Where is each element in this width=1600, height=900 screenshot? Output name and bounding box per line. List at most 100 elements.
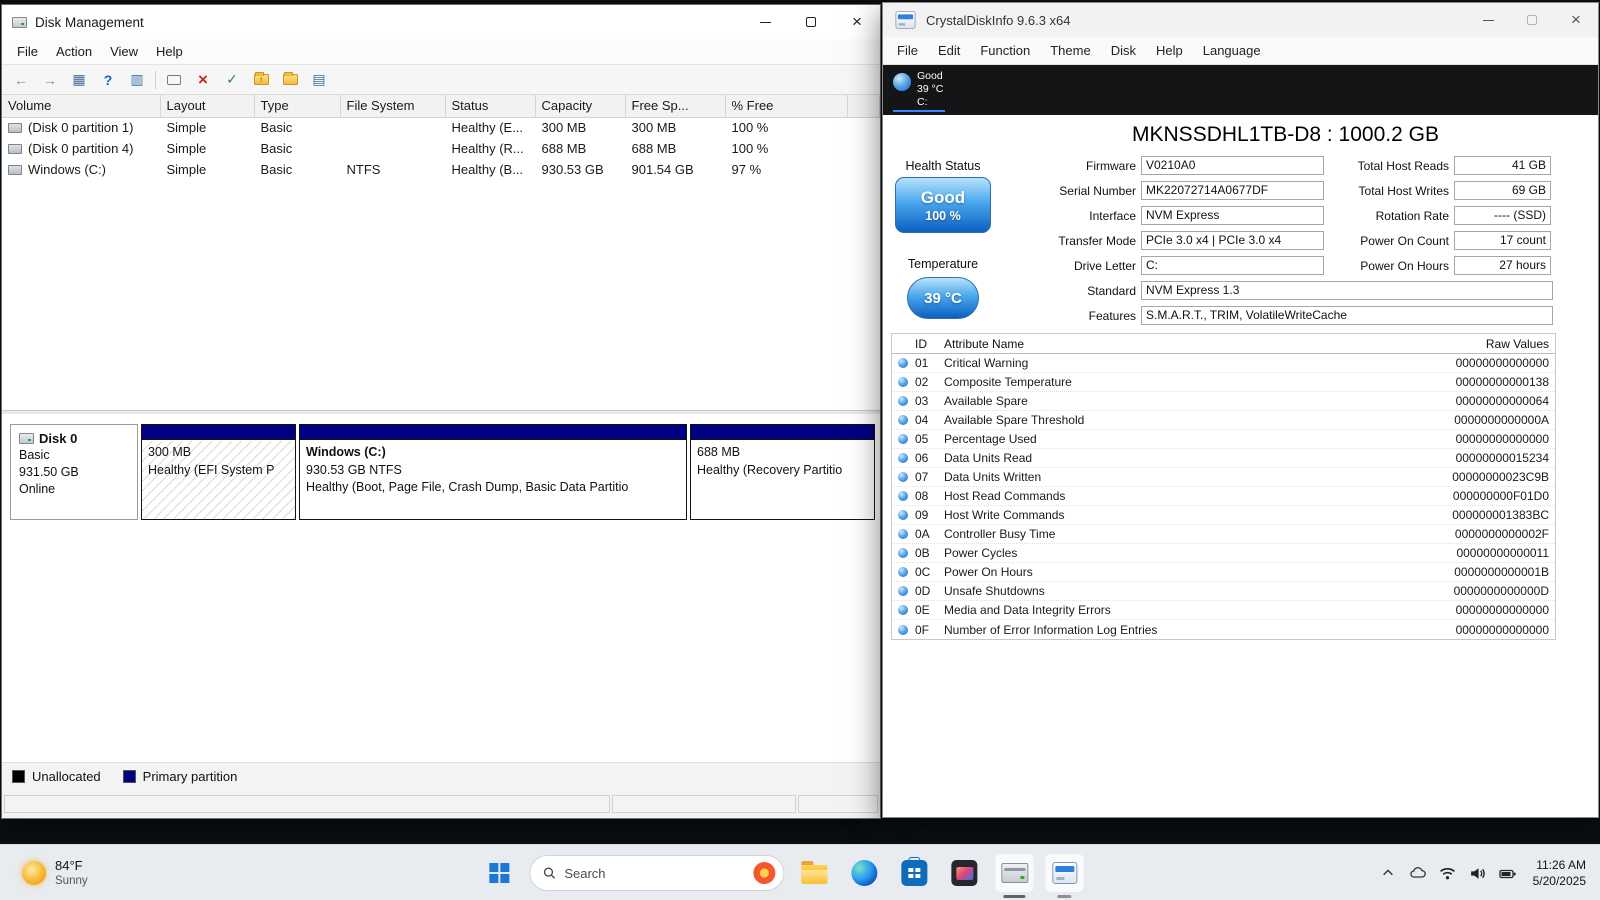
field-value[interactable]: 17 count bbox=[1454, 231, 1551, 250]
cdi-close-button[interactable]: × bbox=[1554, 3, 1598, 37]
features-value[interactable]: S.M.A.R.T., TRIM, VolatileWriteCache bbox=[1141, 306, 1553, 325]
volume-icon[interactable] bbox=[1469, 864, 1487, 882]
field-value[interactable]: ---- (SSD) bbox=[1454, 206, 1551, 225]
smart-dot-cell bbox=[892, 548, 914, 558]
taskbar-screenshot-app[interactable] bbox=[944, 853, 984, 893]
field-value[interactable]: C: bbox=[1141, 256, 1324, 275]
mark-partition-icon[interactable]: ✓ bbox=[221, 69, 243, 91]
field-value[interactable]: MK22072714A0677DF bbox=[1141, 181, 1324, 200]
back-icon[interactable]: ← bbox=[10, 69, 32, 91]
dm-menu-action[interactable]: Action bbox=[47, 41, 101, 62]
col-type[interactable]: Type bbox=[254, 95, 341, 118]
tray-chevron-up-icon[interactable] bbox=[1379, 864, 1397, 882]
start-button[interactable] bbox=[479, 853, 519, 893]
taskbar-edge[interactable] bbox=[844, 853, 884, 893]
drive-tab-c[interactable]: Good 39 °C C: bbox=[891, 68, 949, 112]
taskbar-file-explorer[interactable] bbox=[794, 853, 834, 893]
cdi-menu-file[interactable]: File bbox=[887, 39, 928, 62]
col-file-system[interactable]: File System bbox=[340, 95, 446, 118]
console-tree-icon[interactable]: ▦ bbox=[68, 69, 90, 91]
volume-cell: Healthy (R... bbox=[451, 141, 524, 156]
volume-row[interactable]: Windows (C:) Simple Basic NTFS Healthy (B...… bbox=[2, 159, 880, 180]
smart-dot-cell bbox=[892, 434, 914, 444]
dm-close-button[interactable]: × bbox=[834, 5, 880, 39]
cdi-menu-help[interactable]: Help bbox=[1146, 39, 1193, 62]
help-icon[interactable]: ? bbox=[97, 69, 119, 91]
col-status[interactable]: Status bbox=[445, 95, 536, 118]
col-layout[interactable]: Layout bbox=[160, 95, 255, 118]
info-row: Transfer Mode PCIe 3.0 x4 | PCIe 3.0 x4 Po… bbox=[1003, 228, 1558, 253]
dm-minimize-button[interactable] bbox=[742, 5, 788, 39]
taskbar-search[interactable] bbox=[529, 855, 785, 891]
col-pct-free[interactable]: % Free bbox=[725, 95, 848, 118]
cdi-minimize-button[interactable] bbox=[1466, 3, 1510, 37]
status-dot-icon bbox=[898, 529, 908, 539]
col-volume[interactable]: Volume bbox=[2, 95, 161, 118]
volume-row[interactable]: (Disk 0 partition 1) Simple Basic Healthy (… bbox=[2, 117, 880, 138]
smart-raw: 00000000000011 bbox=[1456, 546, 1549, 560]
dialog-icon[interactable] bbox=[163, 69, 185, 91]
properties-icon[interactable]: ▤ bbox=[308, 69, 330, 91]
action-pane-icon[interactable]: ▥ bbox=[126, 69, 148, 91]
taskbar-microsoft-store[interactable] bbox=[894, 853, 934, 893]
dm-menu-file[interactable]: File bbox=[8, 41, 47, 62]
cdi-window-title: CrystalDiskInfo 9.6.3 x64 bbox=[926, 12, 1071, 28]
partition-color-bar bbox=[691, 425, 874, 440]
dm-maximize-button[interactable] bbox=[788, 5, 834, 39]
field-label: Drive Letter bbox=[1073, 258, 1136, 273]
weather-widget[interactable]: 84°F Sunny bbox=[14, 845, 96, 900]
search-input[interactable] bbox=[564, 865, 746, 881]
minimize-icon bbox=[759, 21, 771, 23]
onedrive-cloud-icon[interactable] bbox=[1409, 864, 1427, 882]
smart-raw: 00000000023C9B bbox=[1452, 470, 1549, 484]
battery-icon[interactable] bbox=[1498, 864, 1517, 882]
cdi-menu-function[interactable]: Function bbox=[970, 39, 1040, 62]
dm-menu-view[interactable]: View bbox=[101, 41, 147, 62]
health-status-button[interactable]: Good 100 % bbox=[895, 177, 991, 233]
cdi-menu-disk[interactable]: Disk bbox=[1101, 39, 1146, 62]
partition-efi[interactable]: 300 MB Healthy (EFI System P bbox=[141, 424, 296, 520]
disk0-label-box[interactable]: Disk 0 Basic 931.50 GB Online bbox=[10, 424, 138, 520]
field-value[interactable]: NVM Express bbox=[1141, 206, 1324, 225]
taskbar-clock[interactable]: 11:26 AM 5/20/2025 bbox=[1533, 857, 1586, 889]
smart-name: Percentage Used bbox=[944, 432, 1037, 446]
taskbar-disk-management[interactable] bbox=[994, 853, 1035, 898]
dm-titlebar[interactable]: Disk Management × bbox=[2, 5, 880, 39]
field-value[interactable]: PCIe 3.0 x4 | PCIe 3.0 x4 bbox=[1141, 231, 1324, 250]
smart-dot-cell bbox=[892, 415, 914, 425]
col-capacity[interactable]: Capacity bbox=[535, 95, 626, 118]
col-free-space[interactable]: Free Sp... bbox=[625, 95, 726, 118]
volume-row[interactable]: (Disk 0 partition 4) Simple Basic Healthy (… bbox=[2, 138, 880, 159]
field-value[interactable]: 27 hours bbox=[1454, 256, 1551, 275]
cdi-maximize-button[interactable] bbox=[1510, 3, 1554, 37]
open-folder-icon[interactable]: ↑ bbox=[250, 69, 272, 91]
partition-size-label: 930.53 GB NTFS bbox=[306, 462, 402, 477]
temperature-button[interactable]: 39 °C bbox=[907, 277, 979, 319]
cdi-menu-edit[interactable]: Edit bbox=[928, 39, 970, 62]
smart-dot-cell bbox=[892, 453, 914, 463]
partition-recovery[interactable]: 688 MB Healthy (Recovery Partitio bbox=[690, 424, 875, 520]
disk-management-window: Disk Management × File Action View Help ← →… bbox=[1, 4, 881, 819]
cdi-menu-theme[interactable]: Theme bbox=[1040, 39, 1100, 62]
cdi-titlebar[interactable]: CrystalDiskInfo 9.6.3 x64 × bbox=[883, 3, 1598, 37]
wifi-icon[interactable] bbox=[1439, 864, 1457, 882]
info-row: Interface NVM Express Rotation Rate ---- (S… bbox=[1003, 203, 1558, 228]
legend-item: Primary partition bbox=[122, 769, 237, 784]
smart-raw: 00000000000138 bbox=[1455, 375, 1549, 389]
explore-folder-icon[interactable] bbox=[279, 69, 301, 91]
field-value[interactable]: 69 GB bbox=[1454, 181, 1551, 200]
forward-icon[interactable]: → bbox=[39, 69, 61, 91]
volume-cell: Basic bbox=[260, 162, 293, 177]
partition-size-label: 300 MB bbox=[148, 445, 192, 459]
field-value[interactable]: V0210A0 bbox=[1141, 156, 1324, 175]
field-value[interactable]: 41 GB bbox=[1454, 156, 1551, 175]
smart-row: 01 Critical Warning 00000000000000 bbox=[892, 354, 1555, 373]
standard-value[interactable]: NVM Express 1.3 bbox=[1141, 281, 1553, 300]
delete-volume-icon[interactable]: × bbox=[192, 69, 214, 91]
volume-table-header: Volume Layout Type File System Status Ca… bbox=[2, 95, 880, 118]
dm-menu-help[interactable]: Help bbox=[147, 41, 192, 62]
partition-windows-c[interactable]: Windows (C:) 930.53 GB NTFS Healthy (Boo… bbox=[299, 424, 687, 520]
smart-dot-cell bbox=[892, 567, 914, 577]
taskbar-crystaldiskinfo[interactable] bbox=[1044, 853, 1085, 898]
cdi-menu-language[interactable]: Language bbox=[1193, 39, 1271, 62]
